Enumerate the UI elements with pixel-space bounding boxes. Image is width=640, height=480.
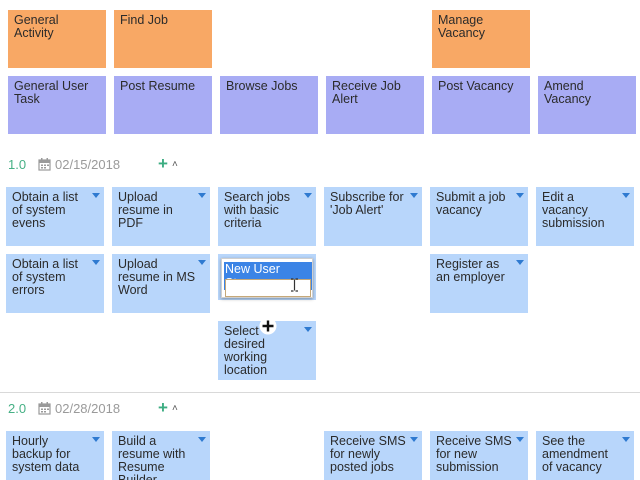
task-label: Receive Job Alert	[332, 79, 401, 106]
add-story-plus-icon[interactable]: +	[158, 154, 168, 174]
story-label: Subscribe for 'Job Alert'	[330, 190, 404, 217]
release-version: 2.0	[8, 400, 27, 416]
story-card[interactable]: Obtain a list of system errors	[6, 254, 104, 313]
activity-card-manage-vacancy[interactable]: Manage Vacancy	[432, 10, 530, 68]
collapse-chevron-icon[interactable]: ˄	[172, 403, 178, 414]
task-card-browse-jobs[interactable]: Browse Jobs	[220, 76, 318, 134]
story-card[interactable]: Register as an employer	[430, 254, 528, 313]
story-menu-caret-icon[interactable]	[92, 437, 100, 442]
activity-label: Manage Vacancy	[438, 13, 486, 40]
story-label: Obtain a list of system evens	[12, 190, 79, 230]
add-story-plus-icon[interactable]: +	[158, 398, 168, 418]
story-card[interactable]: Hourly backup for system data	[6, 431, 104, 480]
story-menu-caret-icon[interactable]	[304, 193, 312, 198]
story-menu-caret-icon[interactable]	[410, 437, 418, 442]
activity-card-find-job[interactable]: Find Job	[114, 10, 212, 68]
activity-card-general-activity[interactable]: General Activity	[8, 10, 106, 68]
story-menu-caret-icon[interactable]	[304, 327, 312, 332]
story-menu-caret-icon[interactable]	[410, 193, 418, 198]
story-label: Submit a job vacancy	[436, 190, 506, 217]
story-menu-caret-icon[interactable]	[516, 260, 524, 265]
story-edit-box[interactable]: New User Story	[221, 258, 313, 298]
activity-label: General Activity	[14, 13, 59, 40]
task-label: Post Resume	[120, 79, 196, 93]
task-card-post-resume[interactable]: Post Resume	[114, 76, 212, 134]
task-label: Amend Vacancy	[544, 79, 592, 106]
release-header-1: 1.0 02/15/2018 + ˄	[8, 154, 178, 174]
task-card-general-user-task[interactable]: General User Task	[8, 76, 106, 134]
task-card-post-vacancy[interactable]: Post Vacancy	[432, 76, 530, 134]
story-menu-caret-icon[interactable]	[198, 260, 206, 265]
calendar-icon[interactable]	[38, 401, 51, 415]
story-label: Edit a vacancy submission	[542, 190, 605, 230]
story-label: Obtain a list of system errors	[12, 257, 79, 297]
release-date[interactable]: 02/28/2018	[55, 401, 135, 416]
release-date[interactable]: 02/15/2018	[55, 157, 135, 172]
story-menu-caret-icon[interactable]	[516, 193, 524, 198]
move-plus-icon	[259, 317, 277, 335]
story-label: Search jobs with basic criteria	[224, 190, 291, 230]
story-card[interactable]: See the amendment of vacancy	[536, 431, 634, 480]
story-label: Upload resume in PDF	[118, 190, 173, 230]
new-story-editor[interactable]: New User Story	[218, 254, 316, 300]
task-card-receive-job-alert[interactable]: Receive Job Alert	[326, 76, 424, 134]
text-cursor-icon	[291, 278, 298, 292]
story-card[interactable]: Edit a vacancy submission	[536, 187, 634, 246]
story-menu-caret-icon[interactable]	[516, 437, 524, 442]
story-label: Receive SMS for new submission	[436, 434, 512, 474]
release-divider	[0, 392, 640, 393]
story-card[interactable]: Upload resume in PDF	[112, 187, 210, 246]
story-label: Hourly backup for system data	[12, 434, 80, 474]
story-menu-caret-icon[interactable]	[198, 437, 206, 442]
task-label: Browse Jobs	[226, 79, 298, 93]
collapse-chevron-icon[interactable]: ˄	[172, 159, 178, 170]
release-header-2: 2.0 02/28/2018 + ˄	[8, 398, 178, 418]
story-card[interactable]: Submit a job vacancy	[430, 187, 528, 246]
story-card[interactable]: Receive SMS for newly posted jobs	[324, 431, 422, 480]
story-card[interactable]: Subscribe for 'Job Alert'	[324, 187, 422, 246]
story-label: Receive SMS for newly posted jobs	[330, 434, 406, 474]
story-menu-caret-icon[interactable]	[92, 193, 100, 198]
story-card[interactable]: Upload resume in MS Word	[112, 254, 210, 313]
story-label: See the amendment of vacancy	[542, 434, 609, 474]
story-label: Register as an employer	[436, 257, 505, 284]
task-card-amend-vacancy[interactable]: Amend Vacancy	[538, 76, 636, 134]
story-menu-caret-icon[interactable]	[198, 193, 206, 198]
task-label: Post Vacancy	[438, 79, 514, 93]
calendar-icon[interactable]	[38, 157, 51, 171]
story-card[interactable]: Search jobs with basic criteria	[218, 187, 316, 246]
story-card[interactable]: Build a resume with Resume Builder	[112, 431, 210, 480]
story-label: Upload resume in MS Word	[118, 257, 196, 297]
story-menu-caret-icon[interactable]	[622, 193, 630, 198]
activity-label: Find Job	[120, 13, 168, 27]
task-label: General User Task	[14, 79, 89, 106]
story-label: Build a resume with Resume Builder	[118, 434, 186, 480]
story-card[interactable]: Obtain a list of system evens	[6, 187, 104, 246]
story-card[interactable]: Receive SMS for new submission	[430, 431, 528, 480]
story-menu-caret-icon[interactable]	[92, 260, 100, 265]
story-menu-caret-icon[interactable]	[622, 437, 630, 442]
release-version: 1.0	[8, 156, 27, 172]
